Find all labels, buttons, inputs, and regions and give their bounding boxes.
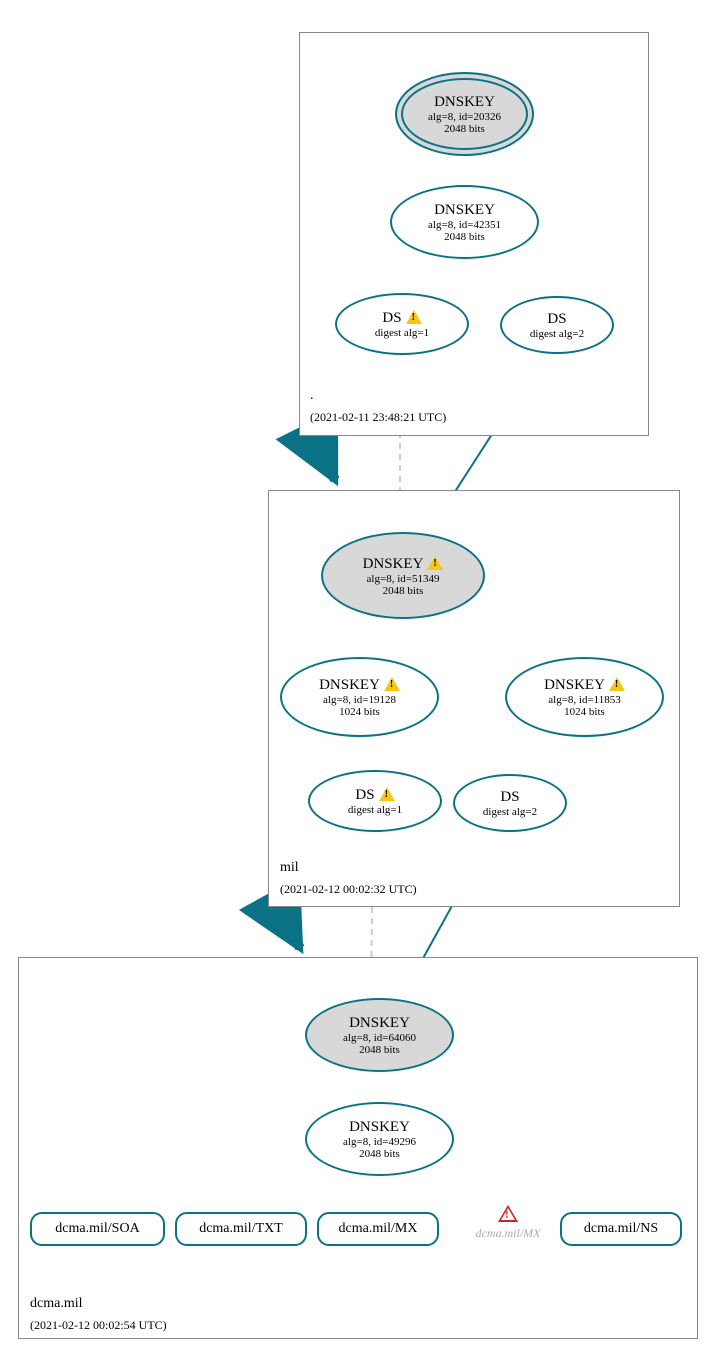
node-sub: 1024 bits	[564, 706, 605, 718]
rr-mx-error[interactable]: dcma.mil/MX	[463, 1205, 553, 1241]
rr-label: dcma.mil/TXT	[199, 1221, 283, 1237]
mil-ds2[interactable]: DS digest alg=2	[453, 774, 567, 832]
node-sub: digest alg=1	[348, 804, 402, 816]
node-sub: 2048 bits	[444, 123, 485, 135]
mil-zsk2[interactable]: DNSKEY alg=8, id=11853 1024 bits	[505, 657, 664, 737]
root-ds2[interactable]: DS digest alg=2	[500, 296, 614, 354]
node-title: DNSKEY	[349, 1015, 410, 1032]
node-sub: digest alg=2	[530, 328, 584, 340]
node-sub: 2048 bits	[359, 1044, 400, 1056]
node-title: DS	[355, 787, 374, 803]
node-sub: alg=8, id=20326	[428, 111, 501, 123]
node-title: DNSKEY	[544, 677, 605, 693]
node-sub: 2048 bits	[444, 231, 485, 243]
node-sub: alg=8, id=11853	[548, 694, 621, 706]
node-sub: 2048 bits	[359, 1148, 400, 1160]
dcma-ksk[interactable]: DNSKEY alg=8, id=64060 2048 bits	[305, 998, 454, 1072]
rr-ns[interactable]: dcma.mil/NS	[560, 1212, 682, 1246]
warning-icon	[384, 677, 400, 691]
mil-ksk[interactable]: DNSKEY alg=8, id=51349 2048 bits	[321, 532, 485, 619]
node-sub: digest alg=2	[483, 806, 537, 818]
zone-mil-name: mil	[280, 860, 299, 876]
node-title: DNSKEY	[319, 677, 380, 693]
warning-icon	[427, 556, 443, 570]
root-ksk[interactable]: DNSKEY alg=8, id=20326 2048 bits	[395, 72, 534, 156]
rr-mx[interactable]: dcma.mil/MX	[317, 1212, 439, 1246]
node-title: DS	[500, 789, 519, 806]
node-sub: 1024 bits	[339, 706, 380, 718]
rr-label: dcma.mil/NS	[584, 1221, 658, 1237]
root-ds1[interactable]: DS digest alg=1	[335, 293, 469, 355]
zone-dcma-timestamp: (2021-02-12 00:02:54 UTC)	[30, 1318, 167, 1333]
root-zsk[interactable]: DNSKEY alg=8, id=42351 2048 bits	[390, 185, 539, 259]
warning-icon	[406, 310, 422, 324]
node-sub: alg=8, id=64060	[343, 1032, 416, 1044]
node-title: DS	[382, 310, 401, 326]
zone-dcma-name: dcma.mil	[30, 1296, 83, 1312]
warning-icon	[609, 677, 625, 691]
node-sub: alg=8, id=49296	[343, 1136, 416, 1148]
rr-label: dcma.mil/MX	[339, 1221, 418, 1237]
node-sub: digest alg=1	[375, 327, 429, 339]
error-icon	[498, 1205, 518, 1222]
zone-mil-timestamp: (2021-02-12 00:02:32 UTC)	[280, 882, 417, 897]
zone-root-name: .	[310, 388, 314, 404]
rr-txt[interactable]: dcma.mil/TXT	[175, 1212, 307, 1246]
zone-root-timestamp: (2021-02-11 23:48:21 UTC)	[310, 410, 446, 425]
node-title: DNSKEY	[434, 202, 495, 219]
node-title: DNSKEY	[434, 94, 495, 111]
node-sub: alg=8, id=42351	[428, 219, 501, 231]
rr-soa[interactable]: dcma.mil/SOA	[30, 1212, 165, 1246]
mil-ds1[interactable]: DS digest alg=1	[308, 770, 442, 832]
node-sub: alg=8, id=19128	[323, 694, 396, 706]
node-title: DS	[547, 311, 566, 328]
rr-label: dcma.mil/SOA	[55, 1221, 139, 1237]
dcma-zsk[interactable]: DNSKEY alg=8, id=49296 2048 bits	[305, 1102, 454, 1176]
mil-zsk1[interactable]: DNSKEY alg=8, id=19128 1024 bits	[280, 657, 439, 737]
node-sub: 2048 bits	[383, 585, 424, 597]
node-title: DNSKEY	[349, 1119, 410, 1136]
node-sub: alg=8, id=51349	[367, 573, 440, 585]
warning-icon	[379, 787, 395, 801]
node-title: DNSKEY	[363, 556, 424, 572]
rr-label: dcma.mil/MX	[476, 1226, 541, 1240]
